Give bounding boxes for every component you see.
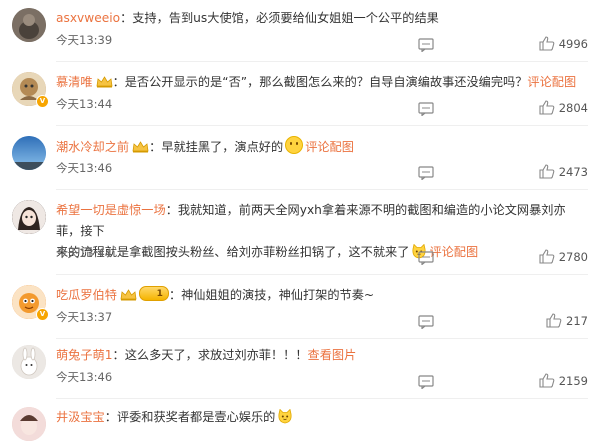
reply-icon[interactable] — [418, 166, 434, 180]
comment-text: 评委和获奖者都是壹心娱乐的 — [116, 410, 276, 424]
comment-actions: 4996 — [418, 36, 588, 56]
comment-text: 早就挂黑了，演点好的 — [161, 140, 284, 154]
username-link[interactable]: 慕清唯 — [56, 75, 93, 89]
thumbs-up-icon — [546, 313, 562, 328]
comment-actions: 2159 — [418, 373, 588, 393]
reply-icon[interactable] — [418, 102, 434, 116]
comment-text-line: 吃瓜罗伯特 1 ：神仙姐姐的演技，神仙打架的节奏~ — [56, 285, 590, 308]
comment-list: asxvweeio：支持，告到us大使馆，必须要给仙女姐姐一个公平的结果 今天1… — [0, 0, 600, 441]
like-count: 217 — [566, 313, 588, 328]
divider — [56, 398, 588, 399]
like-count: 2159 — [558, 373, 588, 388]
comment-time: 今天13:46 — [56, 161, 113, 175]
comment-text-line: asxvweeio：支持，告到us大使馆，必须要给仙女姐姐一个公平的结果 — [56, 11, 439, 25]
username-link[interactable]: 萌兔子萌1 — [56, 348, 113, 362]
comment-actions: 217 — [418, 313, 588, 333]
comment-time: 今天13:39 — [56, 33, 113, 47]
username-link[interactable]: 吃瓜罗伯特 — [56, 288, 117, 302]
reply-icon[interactable] — [418, 251, 434, 265]
cat-emoji-icon — [277, 408, 293, 424]
reply-icon[interactable] — [418, 315, 434, 329]
like-count: 2780 — [558, 249, 588, 264]
thumbs-up-icon — [539, 164, 555, 179]
comment-time: 今天13:37 — [56, 310, 113, 324]
comment-text-line: 潮水冷却之前 ：早就挂黑了，演点好的 评论配图 — [56, 136, 590, 160]
comment-text-line: 萌兔子萌1：这么多天了，求放过刘亦菲！！！查看图片 — [56, 348, 357, 362]
avatar[interactable] — [12, 345, 46, 379]
like-count: 4996 — [558, 36, 588, 51]
comment-actions: 2780 — [418, 249, 588, 269]
avatar[interactable] — [12, 8, 46, 42]
comment-actions: 2473 — [418, 164, 588, 184]
divider — [56, 274, 588, 275]
thumbs-up-icon — [539, 36, 555, 51]
like-button[interactable]: 2780 — [539, 249, 588, 264]
avatar[interactable] — [12, 407, 46, 441]
thumbs-up-icon — [539, 373, 555, 388]
comment-text: 神仙姐姐的演技，神仙打架的节奏~ — [181, 288, 375, 302]
comment-time: 今天13:46 — [56, 370, 113, 384]
username-link[interactable]: asxvweeio — [56, 11, 120, 25]
comment-text: 是否公开显示的是“否”，那么截图怎么来的？自导自演编故事还没编完吗？ — [124, 75, 528, 89]
username-link[interactable]: 潮水冷却之前 — [56, 140, 129, 154]
level-badge: 1 — [138, 286, 169, 301]
avatar[interactable] — [12, 136, 46, 170]
comment-actions: 2804 — [418, 100, 588, 120]
like-button[interactable]: 2473 — [539, 164, 588, 179]
verified-badge: V — [36, 95, 49, 108]
view-image-link[interactable]: 查看图片 — [308, 348, 357, 362]
divider — [56, 125, 588, 126]
comment-text-line: 井汲宝宝：评委和获奖者都是壹心娱乐的 — [56, 407, 590, 428]
like-count: 2804 — [558, 100, 588, 115]
divider — [56, 338, 588, 339]
like-button[interactable]: 4996 — [539, 36, 588, 51]
reply-icon[interactable] — [418, 375, 434, 389]
comment-image-link[interactable]: 评论配图 — [305, 140, 354, 154]
like-button[interactable]: 217 — [546, 313, 588, 328]
username-link[interactable]: 井汲宝宝 — [56, 410, 105, 424]
comment-image-link[interactable]: 评论配图 — [527, 75, 576, 89]
crown-icon — [132, 139, 149, 160]
comment-time: 今天13:44 — [56, 97, 113, 111]
username-link[interactable]: 希望一切是虚惊一场 — [56, 203, 166, 217]
crown-icon — [120, 287, 137, 308]
thumbs-up-icon — [539, 249, 555, 264]
divider — [56, 61, 588, 62]
thumbs-up-icon — [539, 100, 555, 115]
reply-icon[interactable] — [418, 38, 434, 52]
divider — [56, 189, 588, 190]
like-count: 2473 — [558, 164, 588, 179]
level-number: 1 — [156, 289, 163, 299]
grin-emoji-icon — [285, 136, 304, 154]
comment-text: 支持，告到us大使馆，必须要给仙女姐姐一个公平的结果 — [132, 11, 439, 25]
like-button[interactable]: 2159 — [539, 373, 588, 388]
avatar[interactable] — [12, 200, 46, 234]
verified-badge: V — [36, 308, 49, 321]
comment-text-line: 慕清唯 ：是否公开显示的是“否”，那么截图怎么来的？自导自演编故事还没编完吗？评论… — [56, 72, 590, 95]
like-button[interactable]: 2804 — [539, 100, 588, 115]
crown-icon — [96, 74, 113, 95]
comment-time: 今天13:44 — [56, 246, 113, 260]
comment-text: 这么多天了，求放过刘亦菲！！！ — [124, 348, 308, 362]
